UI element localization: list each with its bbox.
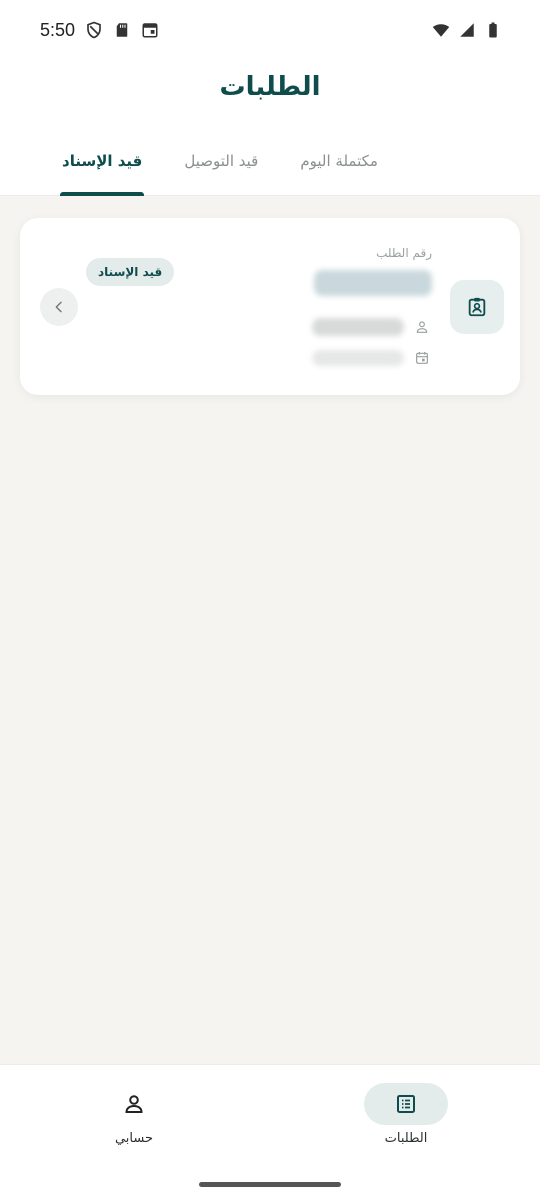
person-outline-icon <box>414 319 430 335</box>
receipt-list-icon <box>364 1083 448 1125</box>
bottom-nav: الطلبات حسابي <box>0 1064 540 1200</box>
order-number-redacted <box>314 270 432 296</box>
customer-name-redacted <box>312 318 404 336</box>
status-bar: 5:50 <box>0 0 540 60</box>
calendar-outline-icon <box>414 350 430 366</box>
nav-item-account[interactable]: حسابي <box>64 1083 204 1146</box>
battery-icon <box>484 21 502 39</box>
page-title: الطلبات <box>219 72 321 102</box>
nav-item-orders[interactable]: الطلبات <box>336 1083 476 1146</box>
nav-label-orders: الطلبات <box>384 1131 428 1146</box>
chevron-left-icon <box>55 301 62 313</box>
order-number-label: رقم الطلب <box>376 246 432 260</box>
tab-completed-today[interactable]: مكتملة اليوم <box>300 140 378 196</box>
open-order-button[interactable] <box>40 288 78 326</box>
tab-bar: قيد الإسناد قيد التوصيل مكتملة اليوم <box>20 140 520 196</box>
order-date-redacted <box>312 350 404 366</box>
status-badge: قيد الإسناد <box>86 258 175 286</box>
app-header: 5:50 الطلبات قيد الإسناد قيد التوصيل مكت… <box>0 0 540 196</box>
assignment-ind-icon <box>450 280 504 334</box>
sd-card-icon <box>113 21 131 39</box>
shield-icon <box>85 21 103 39</box>
nav-label-account: حسابي <box>114 1131 154 1146</box>
home-indicator[interactable] <box>199 1182 341 1187</box>
status-right <box>432 21 502 39</box>
status-time: 5:50 <box>40 19 76 40</box>
tab-pending-assignment[interactable]: قيد الإسناد <box>59 140 145 196</box>
calendar-icon <box>141 21 159 39</box>
order-card[interactable]: رقم الطلب قيد الإسناد <box>20 218 520 395</box>
tab-in-delivery[interactable]: قيد التوصيل <box>184 140 258 196</box>
signal-icon <box>458 21 476 39</box>
person-icon <box>92 1083 176 1125</box>
wifi-icon <box>432 21 450 39</box>
status-left: 5:50 <box>40 20 159 41</box>
